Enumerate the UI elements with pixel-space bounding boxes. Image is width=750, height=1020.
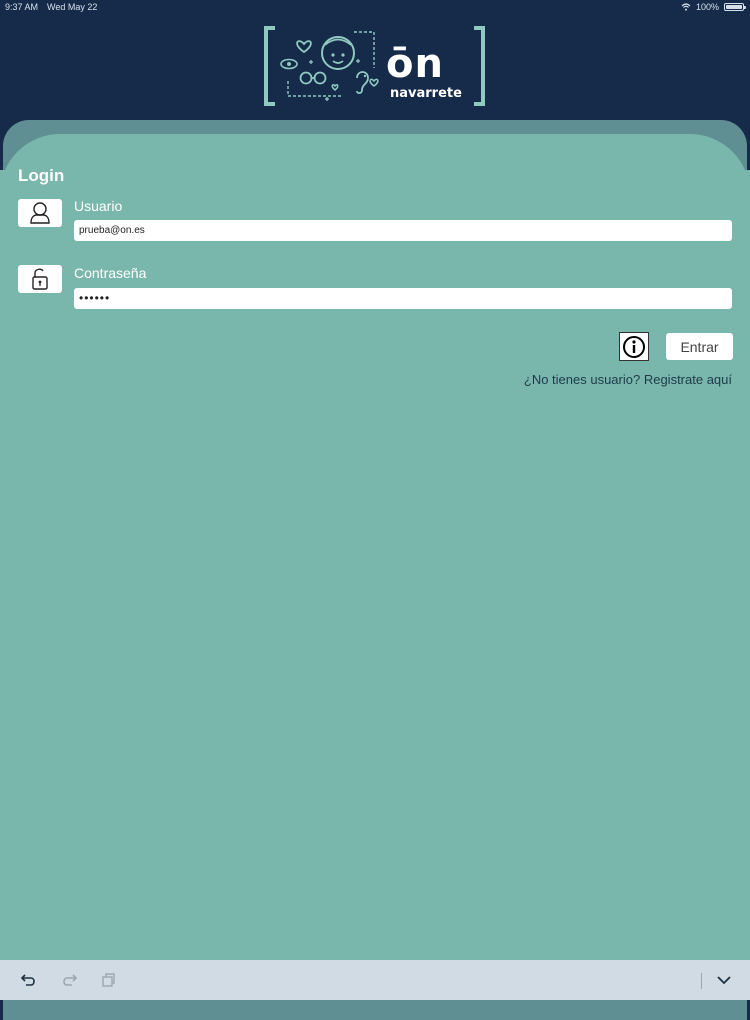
unlock-icon xyxy=(18,265,62,293)
status-date: Wed May 22 xyxy=(47,2,98,12)
brand-name: navarrete xyxy=(390,86,462,101)
toolbar-separator xyxy=(701,973,702,989)
password-input[interactable]: •••••• xyxy=(74,288,732,309)
copy-icon[interactable] xyxy=(97,970,119,990)
info-icon xyxy=(623,335,645,358)
battery-percent: 100% xyxy=(695,2,719,12)
chevron-down-icon[interactable] xyxy=(713,970,735,990)
wifi-icon xyxy=(681,3,691,11)
app-header: ōn navarrete xyxy=(0,16,750,126)
user-icon xyxy=(18,199,62,227)
bottom-toolbar xyxy=(0,960,750,1000)
undo-icon[interactable] xyxy=(18,970,40,990)
status-time: 9:37 AM xyxy=(5,2,39,12)
battery-icon xyxy=(724,3,746,11)
password-label: Contraseña xyxy=(74,265,147,281)
brand-on: ōn xyxy=(386,41,444,87)
redo-icon[interactable] xyxy=(58,970,80,990)
enter-button[interactable]: Entrar xyxy=(666,333,733,360)
username-input[interactable] xyxy=(74,220,732,241)
info-button[interactable] xyxy=(619,332,649,361)
logo-illustration xyxy=(264,26,485,106)
login-title: Login xyxy=(18,166,65,185)
status-bar: 9:37 AM Wed May 22 100% xyxy=(0,0,750,16)
status-indicators: 100% xyxy=(681,2,746,12)
username-label: Usuario xyxy=(74,198,123,214)
app-logo: ōn navarrete xyxy=(262,26,488,116)
register-link[interactable]: ¿No tienes usuario? Registrate aquí xyxy=(524,372,732,387)
